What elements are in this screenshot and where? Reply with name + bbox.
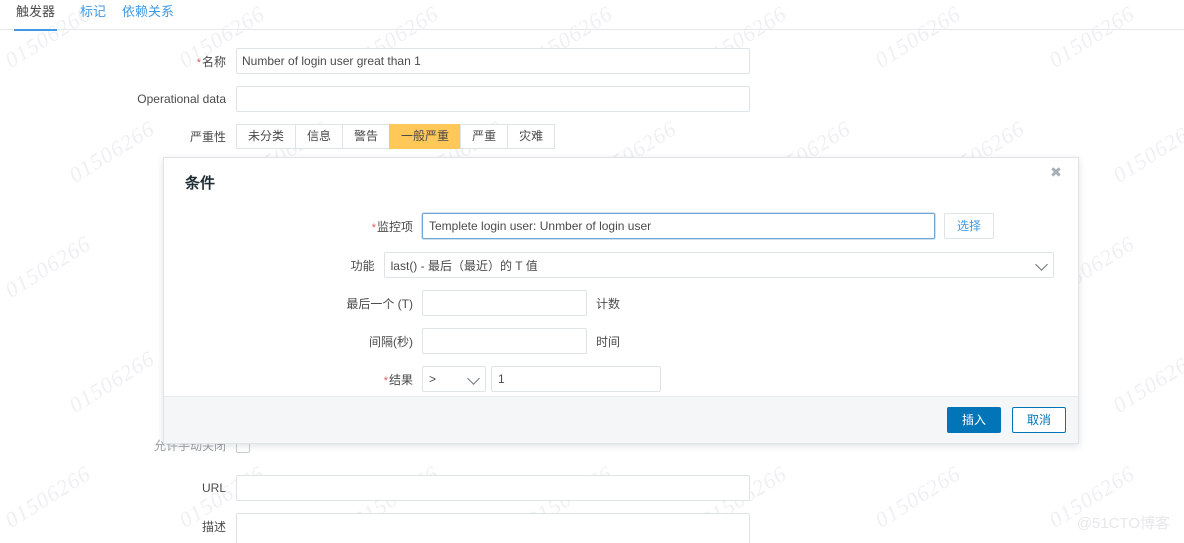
result-value-input[interactable] <box>491 366 661 392</box>
interval-input[interactable] <box>422 328 587 354</box>
url-input[interactable] <box>236 475 750 501</box>
severity-option-3[interactable]: 一般严重 <box>389 124 461 149</box>
severity-option-label: 一般严重 <box>401 129 450 143</box>
result-operator-select[interactable]: > <box>422 366 486 392</box>
result-label: *结果 <box>383 372 413 387</box>
condition-dialog: 条件 ✖ *监控项 选择 功能 last() - 最后（最近）的 T 值 最后一… <box>163 157 1079 444</box>
required-marker-result: * <box>383 374 388 387</box>
dialog-row-function: 功能 last() - 最后（最近）的 T 值 <box>164 252 1054 278</box>
tab-triggers[interactable]: 触发器 <box>14 2 58 31</box>
function-select-value: last() - 最后（最近）的 T 值 <box>390 258 538 273</box>
severity-label: 严重性 <box>189 130 226 144</box>
last-t-suffix: 计数 <box>596 296 621 311</box>
tab-tags[interactable]: 标记 <box>78 2 108 29</box>
close-icon[interactable]: ✖ <box>1046 162 1066 182</box>
field-row-description: 描述 <box>0 513 760 543</box>
url-label: URL <box>201 481 226 495</box>
chevron-down-icon <box>1035 258 1048 271</box>
severity-option-4[interactable]: 严重 <box>460 124 508 149</box>
dialog-title: 条件 <box>185 175 216 192</box>
last-t-label: 最后一个 (T) <box>346 296 413 311</box>
severity-option-5[interactable]: 灾难 <box>507 124 556 149</box>
app-screen: 01506266 01506266 01506266 01506266 01506266… <box>0 0 1184 543</box>
description-label: 描述 <box>201 520 226 534</box>
result-operator-value: > <box>429 372 437 386</box>
severity-option-1[interactable]: 信息 <box>295 124 343 149</box>
severity-button-group: 未分类 信息 警告 一般严重 严重 灾难 <box>236 124 556 149</box>
tab-triggers-label: 触发器 <box>16 4 56 19</box>
dialog-footer: 插入 取消 <box>164 396 1078 443</box>
field-row-severity: 严重性 未分类 信息 警告 一般严重 严重 灾难 <box>0 124 760 149</box>
dialog-row-interval: 间隔(秒) 时间 <box>164 328 764 354</box>
corner-watermark: @51CTO博客 <box>1076 515 1170 532</box>
severity-option-2[interactable]: 警告 <box>342 124 390 149</box>
item-input[interactable] <box>422 213 935 239</box>
item-select-button[interactable]: 选择 <box>944 213 995 239</box>
tab-dependencies-label: 依赖关系 <box>122 4 175 19</box>
name-input[interactable] <box>236 48 750 74</box>
insert-button[interactable]: 插入 <box>946 407 1001 433</box>
severity-option-0[interactable]: 未分类 <box>236 124 296 149</box>
dialog-row-item: *监控项 选择 <box>164 213 1054 239</box>
tab-tags-label: 标记 <box>80 4 107 19</box>
function-label: 功能 <box>350 258 375 273</box>
interval-suffix: 时间 <box>596 334 621 349</box>
severity-option-label: 严重 <box>472 129 497 143</box>
severity-option-label: 信息 <box>307 129 332 143</box>
field-row-url: URL <box>0 475 760 501</box>
field-row-operational-data: Operational data <box>0 86 760 112</box>
interval-label: 间隔(秒) <box>369 334 413 349</box>
dialog-row-last-t: 最后一个 (T) 计数 <box>164 290 764 316</box>
operational-data-label: Operational data <box>137 92 226 106</box>
tab-dependencies[interactable]: 依赖关系 <box>120 2 176 29</box>
chevron-down-icon-operator <box>467 372 480 385</box>
severity-option-label: 未分类 <box>248 129 285 143</box>
name-label: *名称 <box>196 54 226 69</box>
required-marker: * <box>196 56 201 69</box>
operational-data-input[interactable] <box>236 86 750 112</box>
severity-option-label: 灾难 <box>519 129 544 143</box>
severity-option-label: 警告 <box>354 129 379 143</box>
last-t-input[interactable] <box>422 290 587 316</box>
tab-bar: 触发器 标记 依赖关系 <box>0 0 1184 31</box>
cancel-button[interactable]: 取消 <box>1011 407 1066 433</box>
item-label: *监控项 <box>371 219 413 234</box>
dialog-row-result: *结果 > <box>164 366 764 392</box>
function-select[interactable]: last() - 最后（最近）的 T 值 <box>383 252 1054 278</box>
field-row-name: *名称 <box>0 48 760 74</box>
required-marker-item: * <box>371 221 376 234</box>
description-textarea[interactable] <box>236 513 750 543</box>
